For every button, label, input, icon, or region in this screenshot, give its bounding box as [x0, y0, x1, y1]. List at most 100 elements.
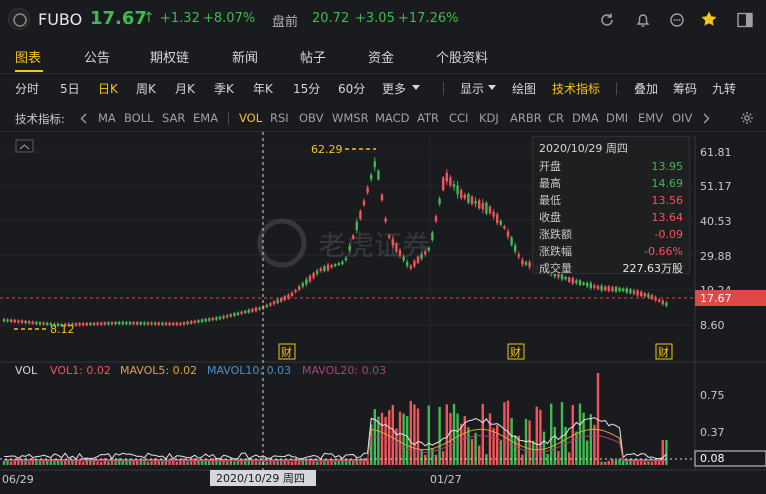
candle-body [506, 231, 510, 237]
vol1-label: VOL1: 0.02 [50, 364, 111, 377]
x-tick: 01/27 [430, 473, 462, 486]
earnings-badge[interactable]: 财 [278, 343, 296, 360]
indicator-boll[interactable]: BOLL [124, 111, 154, 125]
bell-icon[interactable] [634, 11, 652, 29]
indicator-obv[interactable]: OBV [299, 111, 323, 125]
volume-bar [233, 461, 236, 465]
candle-body [290, 292, 294, 296]
indicator-atr[interactable]: ATR [417, 111, 439, 125]
period-quarterly[interactable]: 季K [214, 80, 234, 97]
tab-profile[interactable]: 个股资料 [436, 47, 488, 66]
indicator-wmsr[interactable]: WMSR [332, 111, 369, 125]
star-icon[interactable] [700, 10, 718, 28]
volume-bar [600, 461, 603, 465]
candle-body [269, 303, 272, 306]
indicator-emv[interactable]: EMV [638, 111, 663, 125]
candle-body [305, 279, 308, 285]
tooltip-value: -0.09 [654, 228, 683, 241]
candle-body [481, 202, 484, 210]
technical-indicators-button[interactable]: 技术指标 [552, 80, 600, 97]
candle-body [20, 320, 24, 324]
high-marker-label: 62.29 [311, 143, 343, 156]
volume-bar [492, 428, 495, 465]
volume-bar [377, 416, 380, 465]
indicator-dmi[interactable]: DMI [606, 111, 628, 125]
period-weekly[interactable]: 周K [136, 80, 156, 97]
collapse-chart-icon[interactable] [15, 139, 34, 153]
candle-body [190, 321, 193, 324]
indicator-sar[interactable]: SAR [162, 111, 185, 125]
volume-bar [146, 461, 150, 465]
draw-button[interactable]: 绘图 [512, 80, 536, 97]
sidebar-icon[interactable] [736, 11, 754, 29]
chevron-left-icon[interactable] [80, 113, 87, 124]
candle-body [521, 259, 524, 265]
indicator-ma[interactable]: MA [98, 111, 116, 125]
period-more[interactable]: 更多 [382, 80, 406, 97]
volume-bar [589, 414, 592, 465]
refresh-icon[interactable] [598, 11, 616, 29]
chips-button[interactable]: 筹码 [673, 80, 697, 97]
settings-dots-icon[interactable] [668, 11, 686, 29]
indicator-cr[interactable]: CR [548, 111, 564, 125]
tooltip-row: 涨跌额 -0.09 [539, 226, 683, 243]
volume-bar [442, 451, 445, 465]
chevron-down-icon[interactable] [488, 85, 496, 91]
period-60min[interactable]: 60分 [338, 80, 365, 97]
indicator-dma[interactable]: DMA [572, 111, 599, 125]
indicator-oiv[interactable]: OIV [672, 111, 692, 125]
candle-body [373, 161, 376, 168]
tab-options-chain[interactable]: 期权链 [150, 47, 189, 66]
indicator-arbr[interactable]: ARBR [510, 111, 542, 125]
candle-body [215, 317, 218, 320]
indicator-rsi[interactable]: RSI [270, 111, 289, 125]
candle-body [258, 307, 261, 310]
tab-announcements[interactable]: 公告 [84, 47, 110, 66]
overlay-button[interactable]: 叠加 [634, 80, 658, 97]
tab-news[interactable]: 新闻 [232, 47, 258, 66]
earnings-badge[interactable]: 财 [507, 343, 525, 360]
display-menu[interactable]: 显示 [460, 80, 484, 97]
mavol20-label: MAVOL20: 0.03 [302, 364, 386, 377]
candle-body [618, 287, 621, 292]
indicator-ema[interactable]: EMA [193, 111, 218, 125]
active-tab-indicator [15, 70, 43, 72]
indicator-macd[interactable]: MACD [375, 111, 409, 125]
candle-body [146, 322, 150, 325]
period-monthly[interactable]: 月K [175, 80, 195, 97]
volume-bar [427, 405, 430, 465]
candle-body [226, 315, 229, 318]
volume-bar [535, 406, 538, 465]
volume-bar [362, 458, 366, 465]
candle-body [658, 299, 661, 302]
chevron-down-icon[interactable] [412, 85, 420, 91]
gear-icon[interactable] [740, 111, 754, 125]
volume-bar [650, 461, 654, 465]
tab-posts[interactable]: 帖子 [300, 47, 326, 66]
period-5day[interactable]: 5日 [60, 80, 80, 97]
period-15min[interactable]: 15分 [293, 80, 320, 97]
volume-bar [467, 427, 470, 465]
period-daily[interactable]: 日K [98, 80, 118, 97]
chevron-right-icon[interactable] [703, 113, 710, 124]
cursor-date-tag: 2020/10/29 周四 [210, 470, 316, 486]
earnings-badge[interactable]: 财 [655, 343, 673, 360]
tab-capital-flow[interactable]: 资金 [368, 47, 394, 66]
candle-body [154, 322, 157, 325]
td-sequential-button[interactable]: 九转 [712, 80, 736, 97]
period-intraday[interactable]: 分时 [15, 80, 39, 97]
volume-bar [431, 448, 434, 465]
volume-bar [485, 454, 488, 465]
price-tick: 29.88 [700, 250, 732, 263]
volume-tick: 0.75 [700, 389, 725, 402]
indicator-cci[interactable]: CCI [449, 111, 468, 125]
indicator-kdj[interactable]: KDJ [479, 111, 499, 125]
period-yearly[interactable]: 年K [253, 80, 273, 97]
mavol10-label: MAVOL10: 0.03 [207, 364, 291, 377]
indicator-vol[interactable]: VOL [239, 111, 262, 125]
tab-chart[interactable]: 图表 [15, 47, 41, 66]
candle-body [254, 307, 258, 312]
volume-bar [182, 458, 186, 465]
candle-body [85, 322, 88, 326]
volume-bar [539, 409, 542, 465]
